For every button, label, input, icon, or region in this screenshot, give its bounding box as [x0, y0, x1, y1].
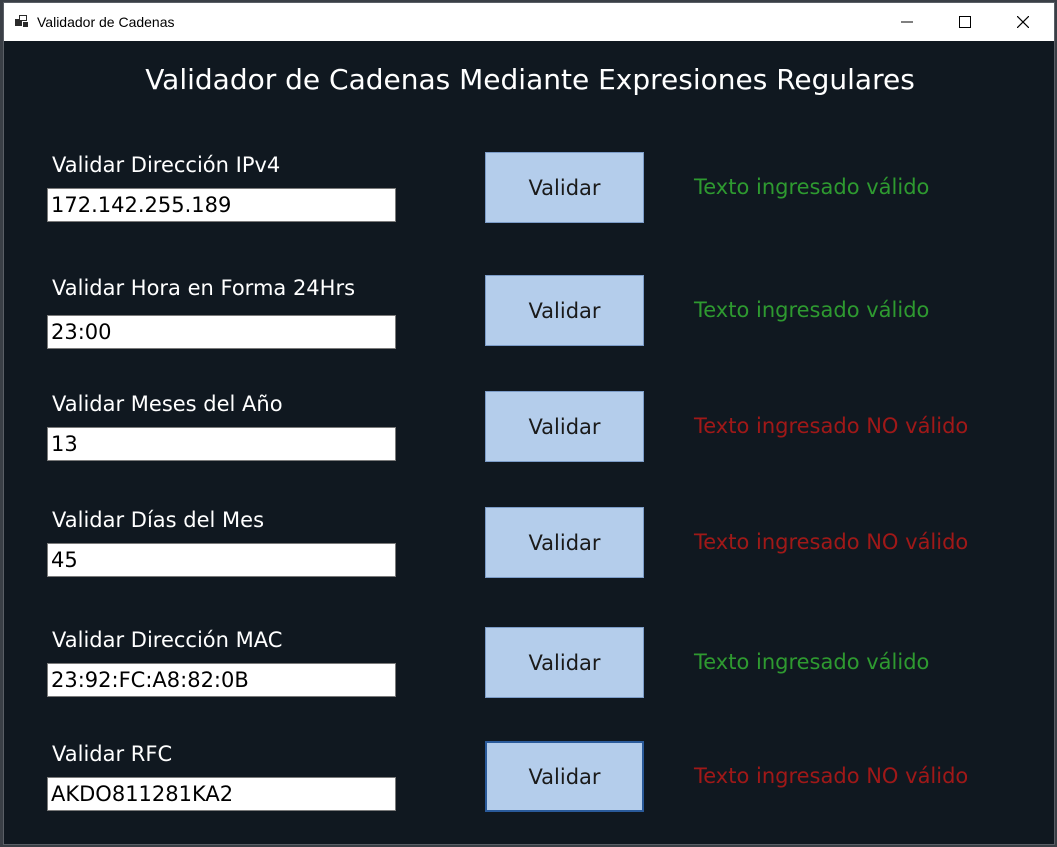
rfc-input[interactable]: AKDO811281KA2 — [47, 777, 396, 811]
hour-24-label: Validar Hora en Forma 24Hrs — [52, 276, 356, 300]
months-result: Texto ingresado NO válido — [694, 414, 969, 438]
days-input[interactable]: 45 — [47, 543, 396, 577]
close-icon — [1017, 16, 1029, 28]
hour-24-result: Texto ingresado válido — [694, 298, 930, 322]
app-icon — [15, 15, 28, 27]
maximize-icon — [959, 16, 971, 28]
validate-mac-button[interactable]: Validar — [485, 627, 644, 698]
page-title: Validador de Cadenas Mediante Expresione… — [145, 63, 915, 96]
close-button[interactable] — [994, 3, 1052, 41]
months-input[interactable]: 13 — [47, 427, 396, 461]
ipv4-input[interactable]: 172.142.255.189 — [47, 188, 396, 222]
mac-label: Validar Dirección MAC — [52, 628, 283, 652]
validate-months-button[interactable]: Validar — [485, 391, 644, 462]
months-label: Validar Meses del Año — [52, 392, 283, 416]
validate-ipv4-button[interactable]: Validar — [485, 152, 644, 223]
rfc-result: Texto ingresado NO válido — [694, 764, 969, 788]
validate-hour-24-button[interactable]: Validar — [485, 275, 644, 346]
app-window: Validador de Cadenas Validador de Cadena… — [3, 2, 1055, 845]
validate-days-button[interactable]: Validar — [485, 507, 644, 578]
ipv4-label: Validar Dirección IPv4 — [52, 153, 281, 177]
mac-result: Texto ingresado válido — [694, 650, 930, 674]
minimize-button[interactable] — [878, 3, 936, 41]
days-label: Validar Días del Mes — [52, 508, 265, 532]
minimize-icon — [901, 21, 913, 23]
mac-input[interactable]: 23:92:FC:A8:82:0B — [47, 663, 396, 697]
window-title: Validador de Cadenas — [37, 14, 175, 30]
title-bar[interactable]: Validador de Cadenas — [4, 3, 1054, 41]
rfc-label: Validar RFC — [52, 742, 173, 766]
ipv4-result: Texto ingresado válido — [694, 175, 930, 199]
days-result: Texto ingresado NO válido — [694, 530, 969, 554]
validate-rfc-button[interactable]: Validar — [485, 741, 644, 812]
maximize-button[interactable] — [936, 3, 994, 41]
hour-24-input[interactable]: 23:00 — [47, 315, 396, 349]
